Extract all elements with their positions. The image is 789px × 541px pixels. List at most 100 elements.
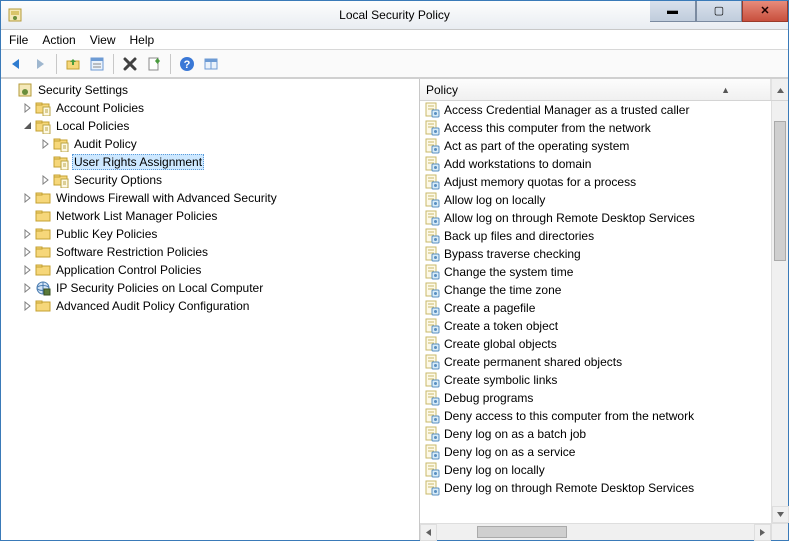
tree-node[interactable]: Account Policies (3, 99, 419, 117)
tree-node[interactable]: Public Key Policies (3, 225, 419, 243)
list-item[interactable]: Access this computer from the network (420, 119, 771, 137)
column-header-policy[interactable]: Policy ▲ (420, 79, 771, 100)
tree-node[interactable]: Windows Firewall with Advanced Security (3, 189, 419, 207)
folder-policy-icon (53, 136, 69, 152)
list-item[interactable]: Allow log on through Remote Desktop Serv… (420, 209, 771, 227)
tree-node[interactable]: Audit Policy (3, 135, 419, 153)
tree-node[interactable]: Security Options (3, 171, 419, 189)
list-item-label: Debug programs (444, 391, 533, 405)
toolbar-back-button[interactable] (5, 53, 27, 75)
list-item[interactable]: Adjust memory quotas for a process (420, 173, 771, 191)
policy-item-icon (424, 192, 440, 208)
tree-root[interactable]: Security Settings (3, 81, 419, 99)
maximize-button[interactable]: ▢ (696, 1, 742, 22)
toolbar-help-button[interactable]: ? (176, 53, 198, 75)
ipsec-icon (35, 280, 51, 296)
list-item[interactable]: Change the system time (420, 263, 771, 281)
list-item-label: Add workstations to domain (444, 157, 591, 171)
list-item[interactable]: Deny log on through Remote Desktop Servi… (420, 479, 771, 497)
list-item[interactable]: Create global objects (420, 335, 771, 353)
expand-icon[interactable] (21, 227, 35, 241)
expand-icon[interactable] (39, 173, 53, 187)
list-item[interactable]: Deny log on locally (420, 461, 771, 479)
list-item[interactable]: Change the time zone (420, 281, 771, 299)
list-item[interactable]: Act as part of the operating system (420, 137, 771, 155)
tree-node[interactable]: Application Control Policies (3, 261, 419, 279)
toolbar-export-button[interactable] (143, 53, 165, 75)
toolbar-forward-button[interactable] (29, 53, 51, 75)
tree-node[interactable]: Software Restriction Policies (3, 243, 419, 261)
toolbar-up-button[interactable] (62, 53, 84, 75)
list-item[interactable]: Back up files and directories (420, 227, 771, 245)
menu-view[interactable]: View (90, 33, 116, 47)
list-item-label: Create global objects (444, 337, 557, 351)
list-item-label: Deny log on as a service (444, 445, 575, 459)
tree-node-label: Account Policies (54, 101, 146, 115)
folder-policy-icon (53, 172, 69, 188)
list-item[interactable]: Deny access to this computer from the ne… (420, 407, 771, 425)
app-window: Local Security Policy ▬ ▢ ✕ File Action … (0, 0, 789, 541)
list-item[interactable]: Allow log on locally (420, 191, 771, 209)
list-item-label: Deny log on through Remote Desktop Servi… (444, 481, 694, 495)
scroll-left-button[interactable] (420, 524, 437, 541)
toolbar-view-pane-button[interactable] (200, 53, 222, 75)
close-button[interactable]: ✕ (742, 1, 788, 22)
list-item[interactable]: Create symbolic links (420, 371, 771, 389)
expand-icon[interactable] (21, 101, 35, 115)
tree-node[interactable]: Advanced Audit Policy Configuration (3, 297, 419, 315)
scroll-up-button[interactable] (771, 79, 788, 100)
menu-action[interactable]: Action (42, 33, 75, 47)
expand-icon[interactable] (21, 191, 35, 205)
menu-help[interactable]: Help (130, 33, 155, 47)
expand-icon[interactable] (39, 137, 53, 151)
folder-policy-icon (35, 118, 51, 134)
list-item-label: Create a token object (444, 319, 558, 333)
tree-node[interactable]: IP Security Policies on Local Computer (3, 279, 419, 297)
list-item[interactable]: Deny log on as a batch job (420, 425, 771, 443)
policy-item-icon (424, 408, 440, 424)
policy-item-icon (424, 318, 440, 334)
scrollbar-track[interactable] (437, 524, 754, 540)
tree-node-label: Public Key Policies (54, 227, 159, 241)
list-item-label: Access Credential Manager as a trusted c… (444, 103, 689, 117)
list-item[interactable]: Create a token object (420, 317, 771, 335)
list-item[interactable]: Create a pagefile (420, 299, 771, 317)
expander-spacer (3, 83, 17, 97)
minimize-button[interactable]: ▬ (650, 1, 696, 22)
tree-pane[interactable]: Security Settings Account Policies Local … (1, 79, 420, 540)
tree-node[interactable]: Local Policies (3, 117, 419, 135)
list-item[interactable]: Add workstations to domain (420, 155, 771, 173)
horizontal-scrollbar[interactable] (420, 523, 788, 540)
list-item[interactable]: Access Credential Manager as a trusted c… (420, 101, 771, 119)
list-rows[interactable]: Access Credential Manager as a trusted c… (420, 101, 771, 523)
expand-icon[interactable] (21, 299, 35, 313)
collapse-icon[interactable] (21, 119, 35, 133)
vertical-scrollbar[interactable] (771, 101, 788, 523)
scroll-right-button[interactable] (754, 524, 771, 541)
back-arrow-icon (8, 56, 24, 72)
folder-policy-icon (53, 154, 69, 170)
policy-item-icon (424, 246, 440, 262)
list-item[interactable]: Create permanent shared objects (420, 353, 771, 371)
list-item[interactable]: Deny log on as a service (420, 443, 771, 461)
tree-node[interactable]: User Rights Assignment (3, 153, 419, 171)
tree-node[interactable]: Network List Manager Policies (3, 207, 419, 225)
view-pane-icon (203, 56, 219, 72)
toolbar-delete-button[interactable] (119, 53, 141, 75)
scroll-down-button[interactable] (772, 506, 789, 523)
policy-item-icon (424, 354, 440, 370)
list-body: Access Credential Manager as a trusted c… (420, 101, 788, 523)
expand-icon[interactable] (21, 281, 35, 295)
scrollbar-track[interactable] (772, 101, 788, 506)
tree-node-label: Advanced Audit Policy Configuration (54, 299, 251, 313)
toolbar-properties-button[interactable] (86, 53, 108, 75)
expand-icon[interactable] (21, 245, 35, 259)
menu-file[interactable]: File (9, 33, 28, 47)
security-settings-icon (17, 82, 33, 98)
scrollbar-thumb[interactable] (477, 526, 567, 538)
expand-icon[interactable] (21, 263, 35, 277)
expander-spacer (21, 209, 35, 223)
scrollbar-thumb[interactable] (774, 121, 786, 261)
list-item[interactable]: Bypass traverse checking (420, 245, 771, 263)
list-item[interactable]: Debug programs (420, 389, 771, 407)
